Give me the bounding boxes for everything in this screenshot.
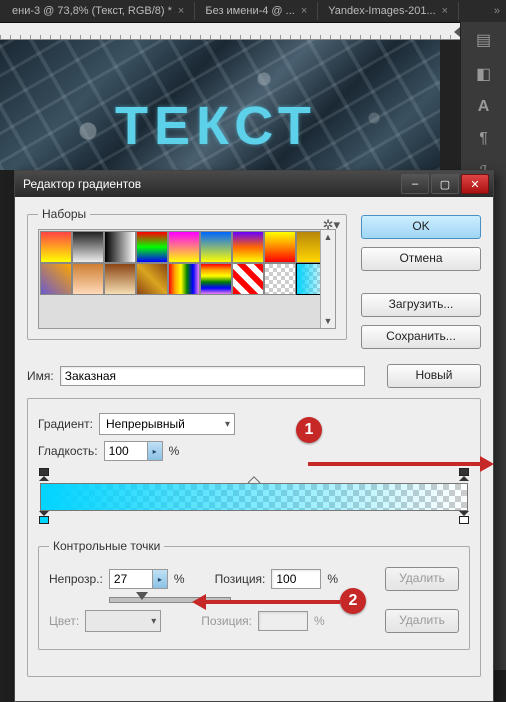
maximize-button[interactable]: ▢ xyxy=(431,174,459,194)
percent-label: % xyxy=(327,572,338,586)
scroll-up-icon[interactable]: ▲ xyxy=(321,230,335,244)
smoothness-input[interactable]: ▸ xyxy=(104,441,163,461)
delete-opacity-stop-button: Удалить xyxy=(385,567,459,591)
preset-swatch[interactable] xyxy=(40,231,72,263)
dialog-titlebar[interactable]: Редактор градиентов – ▢ ✕ xyxy=(15,171,493,197)
opacity-input[interactable]: ▸ xyxy=(109,569,168,589)
annotation-badge-2: 2 xyxy=(340,588,366,614)
control-points-fieldset: Контрольные точки Непрозр.: ▸ % Позиция:… xyxy=(38,539,470,650)
smoothness-field[interactable] xyxy=(104,441,148,461)
delete-color-stop-button: Удалить xyxy=(385,609,459,633)
canvas[interactable]: ТЕКСТ xyxy=(0,40,506,170)
minimize-button[interactable]: – xyxy=(401,174,429,194)
name-input[interactable] xyxy=(60,366,365,386)
position2-label: Позиция: xyxy=(201,614,252,628)
percent-label: % xyxy=(314,614,325,628)
percent-label: % xyxy=(169,444,180,458)
canvas-text-layer: ТЕКСТ xyxy=(115,95,317,157)
save-button[interactable]: Сохранить... xyxy=(361,325,481,349)
overflow-icon[interactable]: » xyxy=(488,5,506,17)
tab-item[interactable]: Без имени-4 @ ... × xyxy=(195,2,318,20)
preset-swatch[interactable] xyxy=(168,263,200,295)
preset-swatch[interactable] xyxy=(264,263,296,295)
scrollbar[interactable]: ▲ ▼ xyxy=(320,230,335,328)
annotation-badge-1: 1 xyxy=(296,417,322,443)
canvas-image: ТЕКСТ xyxy=(0,40,440,170)
color-swatch-select xyxy=(85,610,161,632)
gradient-preview[interactable] xyxy=(40,483,468,511)
position-input[interactable] xyxy=(271,569,321,589)
gradient-type-label: Градиент: xyxy=(38,417,93,431)
preset-swatch[interactable] xyxy=(200,231,232,263)
close-icon[interactable]: × xyxy=(301,5,307,17)
presets-label: Наборы xyxy=(38,207,90,221)
slider-thumb[interactable] xyxy=(136,592,148,600)
dialog-title: Редактор градиентов xyxy=(23,177,141,191)
opacity-label: Непрозр.: xyxy=(49,572,103,586)
name-label: Имя: xyxy=(27,369,54,383)
color-label: Цвет: xyxy=(49,614,79,628)
layers-icon[interactable]: ▤ xyxy=(476,30,491,50)
tab-item[interactable]: Yandex-Images-201... × xyxy=(318,2,459,20)
paragraph-icon[interactable]: ¶ xyxy=(479,130,488,148)
preset-swatch[interactable] xyxy=(264,231,296,263)
cancel-button[interactable]: Отмена xyxy=(361,247,481,271)
opacity-stop[interactable] xyxy=(39,469,49,481)
preset-swatch[interactable] xyxy=(232,231,264,263)
load-button[interactable]: Загрузить... xyxy=(361,293,481,317)
annotation-arrow-2 xyxy=(204,600,340,604)
chevron-right-icon[interactable]: ▸ xyxy=(148,441,163,461)
preset-swatch[interactable] xyxy=(72,263,104,295)
gradient-editor-bar xyxy=(40,469,468,525)
new-button[interactable]: Новый xyxy=(387,364,481,388)
preset-swatch[interactable] xyxy=(232,263,264,295)
document-tabs: ени-3 @ 73,8% (Текст, RGB/8) * × Без имен… xyxy=(0,0,506,23)
gradient-type-select[interactable]: Непрерывный xyxy=(99,413,235,435)
preset-swatch[interactable] xyxy=(104,263,136,295)
close-icon[interactable]: × xyxy=(178,5,184,17)
smoothness-label: Гладкость: xyxy=(38,444,98,458)
preset-swatch[interactable] xyxy=(200,263,232,295)
opacity-field[interactable] xyxy=(109,569,153,589)
percent-label: % xyxy=(174,572,185,586)
preset-swatch[interactable] xyxy=(168,231,200,263)
preset-swatch[interactable] xyxy=(136,263,168,295)
gradient-settings: Градиент: Непрерывный Гладкость: ▸ % xyxy=(27,398,481,677)
presets-list[interactable]: ▲ ▼ xyxy=(38,229,336,329)
control-points-label: Контрольные точки xyxy=(49,539,164,553)
color-stop[interactable] xyxy=(39,511,49,523)
ok-button[interactable]: OK xyxy=(361,215,481,239)
preset-swatch[interactable] xyxy=(40,263,72,295)
close-icon[interactable]: × xyxy=(442,5,448,17)
tab-item[interactable]: ени-3 @ 73,8% (Текст, RGB/8) * × xyxy=(2,2,195,20)
chevron-right-icon[interactable]: ▸ xyxy=(153,569,168,589)
preset-swatch[interactable] xyxy=(136,231,168,263)
annotation-arrow-1 xyxy=(308,462,482,466)
type-icon[interactable]: A xyxy=(478,98,490,116)
presets-fieldset: Наборы ✲▾ xyxy=(27,207,347,340)
preset-swatch[interactable] xyxy=(104,231,136,263)
gradient-editor-dialog: Редактор градиентов – ▢ ✕ Наборы ✲▾ xyxy=(14,170,494,702)
tab-label: Без имени-4 @ ... xyxy=(205,5,294,17)
gradient-type-value: Непрерывный xyxy=(106,417,185,431)
position2-input xyxy=(258,611,308,631)
tab-label: Yandex-Images-201... xyxy=(328,5,435,17)
position-label: Позиция: xyxy=(215,572,266,586)
horizontal-ruler xyxy=(0,23,506,40)
preset-swatch[interactable] xyxy=(72,231,104,263)
swatches-icon[interactable]: ◧ xyxy=(476,64,491,84)
close-button[interactable]: ✕ xyxy=(461,174,489,194)
scroll-down-icon[interactable]: ▼ xyxy=(321,314,335,328)
opacity-stop[interactable] xyxy=(459,469,469,481)
color-stop[interactable] xyxy=(459,511,469,523)
collapse-handle[interactable] xyxy=(454,27,460,37)
tab-label: ени-3 @ 73,8% (Текст, RGB/8) * xyxy=(12,5,172,17)
